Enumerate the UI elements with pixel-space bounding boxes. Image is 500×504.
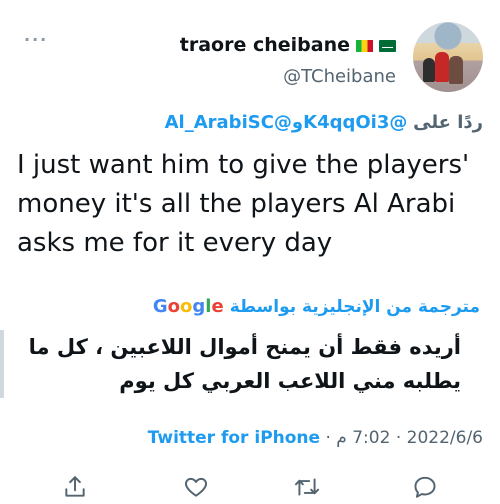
reply-icon[interactable] — [412, 474, 438, 500]
meta-separator: · — [325, 428, 331, 448]
mention-link-2[interactable]: @Al_ArabiSC — [165, 112, 292, 133]
retweet-icon[interactable] — [294, 474, 320, 500]
display-name[interactable]: traore cheibane — [180, 34, 350, 56]
tweet-time[interactable]: 7:02 م — [336, 428, 390, 448]
avatar[interactable] — [413, 22, 483, 92]
mali-flag-icon — [356, 40, 373, 52]
google-logo[interactable]: Google — [153, 296, 224, 317]
meta-separator: · — [395, 428, 402, 448]
tweet-date[interactable]: 2022/6/6 — [407, 428, 483, 448]
tweet-text: I just want him to give the players' mon… — [17, 150, 470, 258]
share-icon[interactable] — [62, 474, 88, 500]
action-bar — [0, 470, 500, 503]
translated-label: مترجمة من الإنجليزية بواسطة — [229, 296, 480, 317]
mention-link-1[interactable]: @K4qqOi3 — [303, 112, 407, 133]
translated-by: مترجمة من الإنجليزية بواسطة Google — [153, 296, 480, 317]
reply-prefix: ردًا على — [413, 112, 483, 133]
reply-and: و — [291, 112, 304, 133]
reply-context: ردًا على @K4qqOi3و@Al_ArabiSC — [165, 112, 483, 133]
heart-icon[interactable] — [183, 474, 209, 500]
translated-text: أريده فقط أن يمنح أموال اللاعبين ، كل ما… — [0, 330, 478, 398]
more-options-icon[interactable]: ··· — [24, 30, 48, 49]
saudi-flag-icon — [379, 40, 396, 52]
author-name-row[interactable]: traore cheibane — [180, 34, 396, 56]
tweet-source[interactable]: Twitter for iPhone — [148, 428, 320, 448]
tweet-meta: 2022/6/6 · 7:02 م · Twitter for iPhone — [148, 428, 483, 448]
user-handle[interactable]: @TCheibane — [283, 66, 396, 87]
